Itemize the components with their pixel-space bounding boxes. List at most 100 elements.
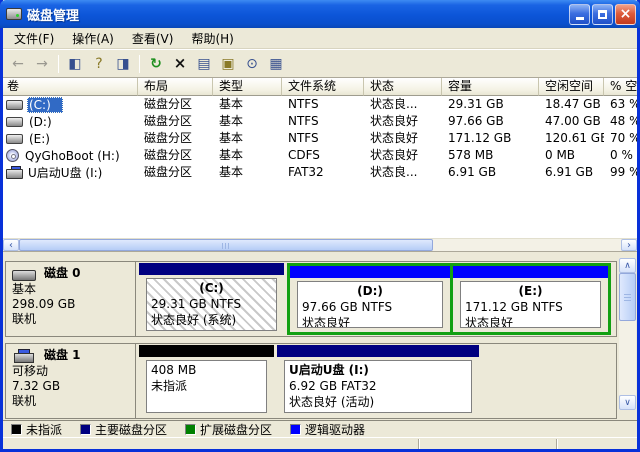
show-console-tree-icon[interactable]: ◧: [64, 53, 86, 75]
scroll-up-icon[interactable]: ∧: [619, 258, 636, 273]
vertical-scrollbar-track[interactable]: [619, 321, 636, 395]
cell-filesystem: NTFS: [282, 113, 364, 130]
disk-0-label[interactable]: 磁盘 0 基本 298.09 GB 联机: [6, 262, 136, 336]
hard-disk-icon: [6, 117, 23, 127]
disk-name: 磁盘 1: [44, 348, 81, 363]
maximize-button[interactable]: [592, 4, 613, 25]
header-volume[interactable]: 卷: [3, 78, 138, 96]
cell-layout: 磁盘分区: [138, 113, 213, 130]
volume-name: (C:): [27, 97, 63, 113]
status-bar-divider: [418, 439, 420, 449]
partition-name: U启动U盘 (I:): [289, 362, 467, 378]
menu-action[interactable]: 操作(A): [63, 28, 123, 49]
header-status[interactable]: 状态: [364, 78, 442, 96]
partition-c[interactable]: (C:) 29.31 GB NTFS 状态良好 (系统): [139, 263, 284, 335]
cell-freespace: 0 MB: [539, 147, 604, 164]
horizontal-scrollbar-thumb[interactable]: [19, 239, 433, 251]
partition-e[interactable]: (E:) 171.12 GB NTFS 状态良好: [453, 266, 608, 332]
partition-status: 状态良好 (系统): [151, 312, 272, 328]
partition-status: 状态良好: [465, 315, 596, 328]
cd-rom-icon: [6, 149, 19, 162]
delete-icon[interactable]: ×: [169, 53, 191, 75]
header-pctfree[interactable]: % 空: [604, 78, 637, 96]
back-icon[interactable]: ←: [7, 53, 29, 75]
disk-status: 联机: [12, 312, 133, 327]
manage-computer-icon[interactable]: ▦: [265, 53, 287, 75]
titlebar[interactable]: 磁盘管理 ×: [0, 0, 640, 28]
unallocated-swatch: [11, 424, 22, 435]
header-capacity[interactable]: 容量: [442, 78, 539, 96]
disk-0-row: 磁盘 0 基本 298.09 GB 联机 (C:) 29.31 GB NTFS …: [5, 261, 617, 337]
scroll-right-icon[interactable]: ›: [621, 239, 637, 251]
volume-name: U启动U盘 (I:): [26, 165, 104, 181]
open-icon[interactable]: ▣: [217, 53, 239, 75]
horizontal-scrollbar-track[interactable]: [433, 239, 621, 251]
partition-status: 状态良好 (活动): [289, 394, 467, 410]
cell-type: 基本: [213, 130, 282, 147]
refresh-icon[interactable]: ↻: [145, 53, 167, 75]
hard-disk-icon: [12, 270, 36, 281]
partition-size: 97.66 GB NTFS: [302, 299, 438, 315]
volume-list-pane: 卷 布局 类型 文件系统 状态 容量 空闲空间 % 空 (C:) 磁盘分区 基本…: [3, 78, 637, 252]
cell-type: 基本: [213, 113, 282, 130]
scroll-left-icon[interactable]: ‹: [3, 239, 19, 251]
close-button[interactable]: ×: [615, 4, 636, 25]
header-layout[interactable]: 布局: [138, 78, 213, 96]
properties-icon[interactable]: ▤: [193, 53, 215, 75]
partition-d[interactable]: (D:) 97.66 GB NTFS 状态良好: [290, 266, 450, 332]
cell-status: 状态良好: [364, 147, 442, 164]
disk-management-icon: [6, 8, 22, 20]
cell-layout: 磁盘分区: [138, 147, 213, 164]
show-action-pane-icon[interactable]: ◨: [112, 53, 134, 75]
disk-1-label[interactable]: 磁盘 1 可移动 7.32 GB 联机: [6, 344, 136, 418]
forward-icon[interactable]: →: [31, 53, 53, 75]
scroll-down-icon[interactable]: ∨: [619, 395, 636, 410]
cell-freespace: 6.91 GB: [539, 164, 604, 181]
header-freespace[interactable]: 空闲空间: [539, 78, 604, 96]
vertical-scrollbar[interactable]: ∧ ∨: [619, 258, 636, 410]
cell-layout: 磁盘分区: [138, 164, 213, 181]
minimize-icon: [576, 17, 584, 20]
header-filesystem[interactable]: 文件系统: [282, 78, 364, 96]
status-bar: [3, 437, 637, 449]
primary-partition-swatch: [80, 424, 91, 435]
volume-row-d[interactable]: (D:) 磁盘分区 基本 NTFS 状态良好 97.66 GB 47.00 GB…: [3, 113, 637, 130]
disk-1-track: 408 MB 未指派 U启动U盘 (I:) 6.92 GB FAT32 状态良好…: [136, 344, 616, 418]
removable-drive-icon: [6, 166, 22, 179]
volume-row-c[interactable]: (C:) 磁盘分区 基本 NTFS 状态良... 29.31 GB 18.47 …: [3, 96, 637, 113]
logical-drive-bar: [453, 266, 608, 278]
logical-drive-bar: [290, 266, 450, 278]
disk-size: 298.09 GB: [12, 297, 133, 312]
legend-primary-partition: 主要磁盘分区: [80, 421, 167, 438]
cell-type: 基本: [213, 147, 282, 164]
cell-freespace: 18.47 GB: [539, 96, 604, 113]
header-type[interactable]: 类型: [213, 78, 282, 96]
cell-type: 基本: [213, 96, 282, 113]
cell-status: 状态良...: [364, 96, 442, 113]
disk-management-window: 磁盘管理 × 文件(F) 操作(A) 查看(V) 帮助(H) ← → ◧ ? ◨…: [0, 0, 640, 452]
status-bar-divider: [556, 439, 558, 449]
horizontal-scrollbar[interactable]: ‹ ›: [3, 238, 637, 251]
help-icon[interactable]: ?: [88, 53, 110, 75]
disk-1-row: 磁盘 1 可移动 7.32 GB 联机 408 MB 未指派: [5, 343, 617, 419]
volume-row-h[interactable]: QyGhoBoot (H:) 磁盘分区 基本 CDFS 状态良好 578 MB …: [3, 147, 637, 164]
vertical-scrollbar-thumb[interactable]: [619, 273, 636, 321]
minimize-button[interactable]: [569, 4, 590, 25]
unallocated-bar: [139, 345, 274, 357]
primary-partition-bar: [139, 263, 284, 275]
volume-row-i[interactable]: U启动U盘 (I:) 磁盘分区 基本 FAT32 状态良... 6.91 GB …: [3, 164, 637, 181]
unallocated-region[interactable]: 408 MB 未指派: [139, 345, 274, 417]
menu-help[interactable]: 帮助(H): [182, 28, 242, 49]
toolbar-separator: [139, 55, 140, 73]
legend-unallocated: 未指派: [11, 421, 62, 438]
partition-i[interactable]: U启动U盘 (I:) 6.92 GB FAT32 状态良好 (活动): [277, 345, 479, 417]
partition-name: (E:): [465, 283, 596, 299]
find-icon[interactable]: ⊙: [241, 53, 263, 75]
partition-name: (D:): [302, 283, 438, 299]
partition-size: 408 MB: [151, 362, 262, 378]
partition-size: 171.12 GB NTFS: [465, 299, 596, 315]
menu-view[interactable]: 查看(V): [123, 28, 183, 49]
volume-row-e[interactable]: (E:) 磁盘分区 基本 NTFS 状态良好 171.12 GB 120.61 …: [3, 130, 637, 147]
menu-file[interactable]: 文件(F): [5, 28, 63, 49]
cell-layout: 磁盘分区: [138, 96, 213, 113]
